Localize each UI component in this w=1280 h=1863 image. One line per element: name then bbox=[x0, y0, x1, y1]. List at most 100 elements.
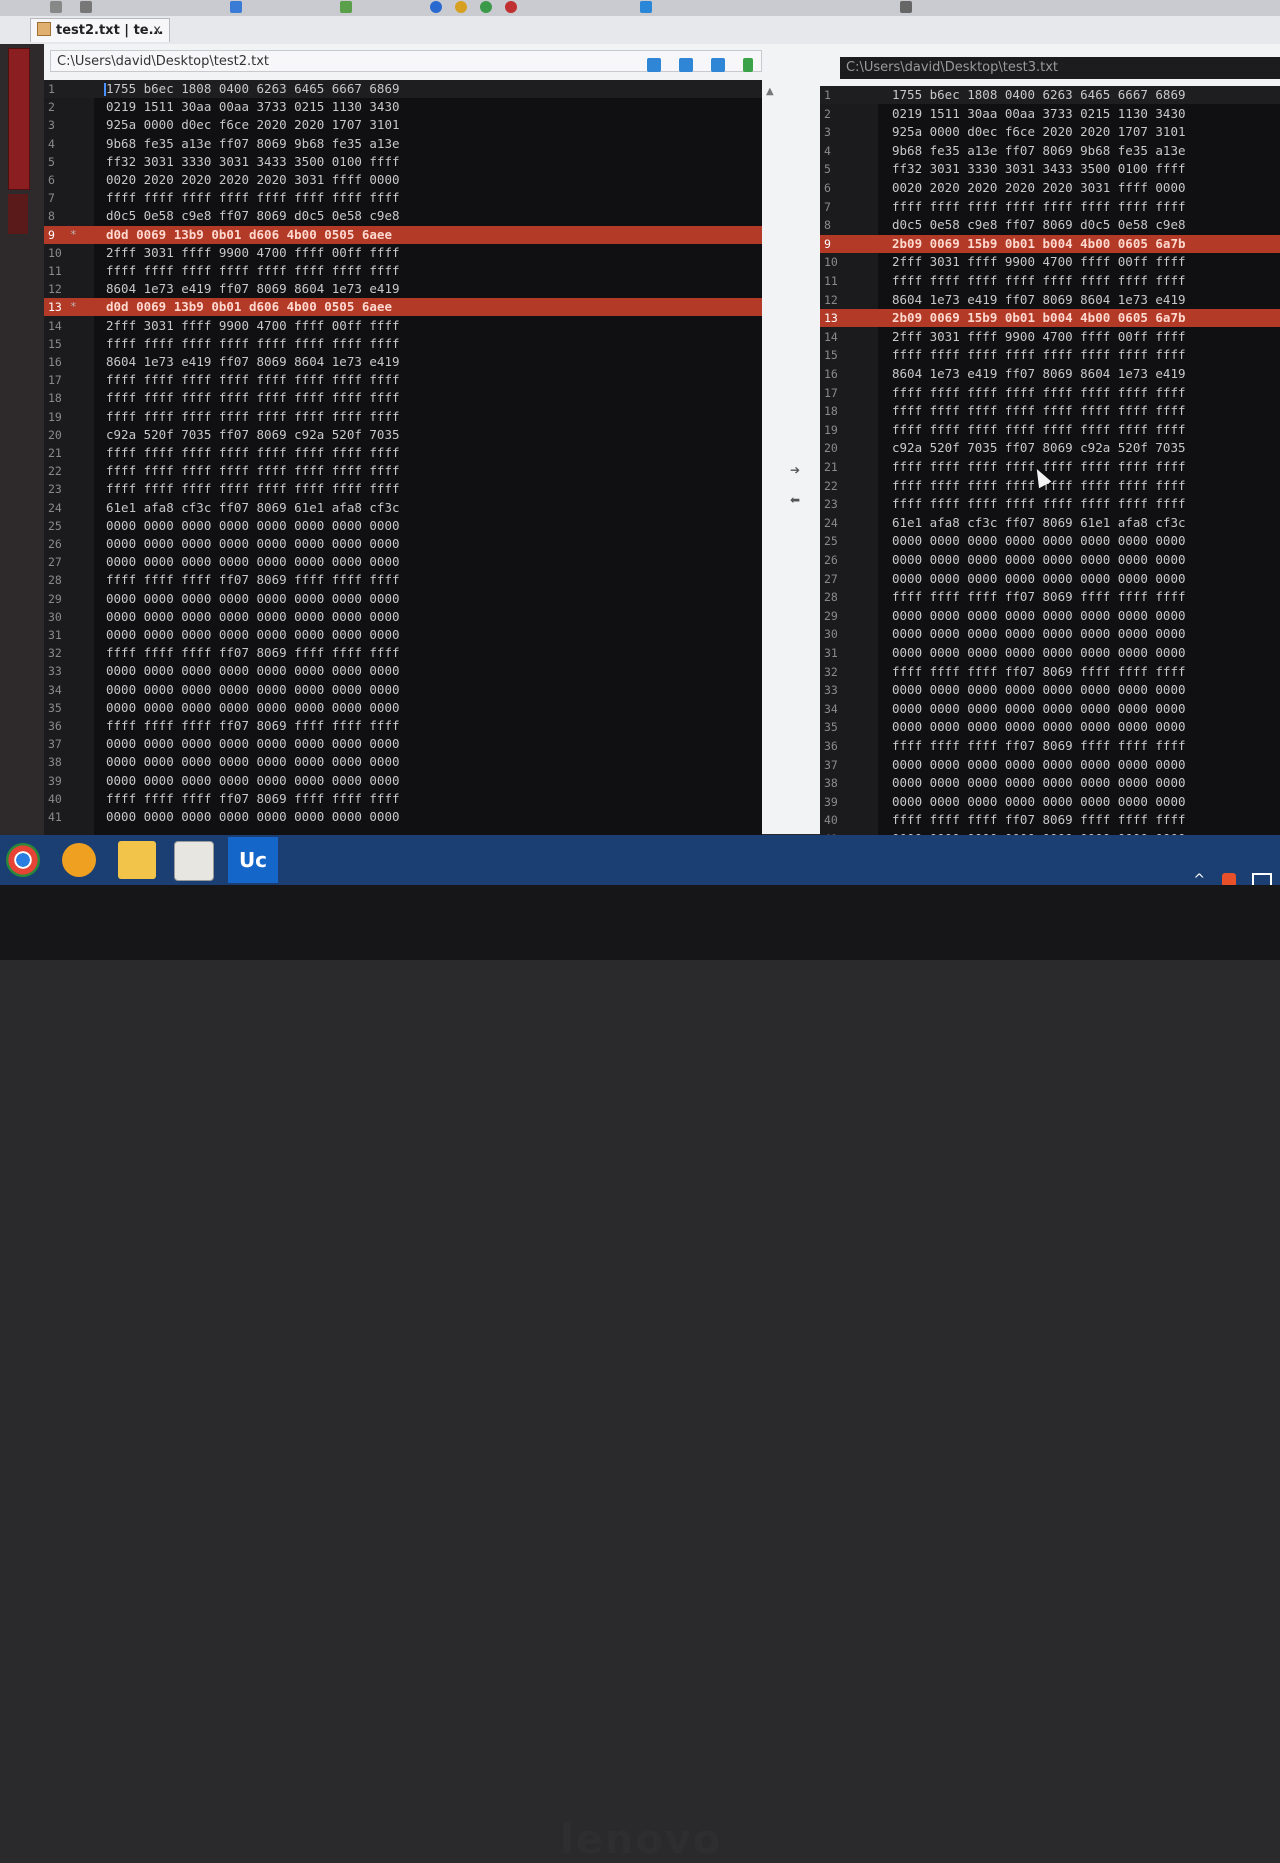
hex-row[interactable]: 23 ffff ffff ffff ffff ffff ffff ffff fff… bbox=[44, 480, 762, 498]
right-compare-pane[interactable]: 1 1755 b6ec 1808 0400 6263 6465 6667 6869… bbox=[820, 86, 1280, 861]
hex-row[interactable]: 8 d0c5 0e58 c9e8 ff07 8069 d0c5 0e58 c9e8 bbox=[44, 207, 762, 225]
hex-row[interactable]: 5 ff32 3031 3330 3031 3433 3500 0100 ffff bbox=[44, 153, 762, 171]
hex-row[interactable]: 11 ffff ffff ffff ffff ffff ffff ffff fff… bbox=[44, 262, 762, 280]
hex-row[interactable]: 21 ffff ffff ffff ffff ffff ffff ffff fff… bbox=[44, 444, 762, 462]
left-path-bar[interactable]: C:\Users\david\Desktop\test2.txt bbox=[50, 50, 762, 72]
hex-row[interactable]: 39 0000 0000 0000 0000 0000 0000 0000 000… bbox=[44, 772, 762, 790]
scroll-up-icon[interactable]: ▲ bbox=[766, 86, 774, 97]
hex-row[interactable]: 27 0000 0000 0000 0000 0000 0000 0000 000… bbox=[820, 570, 1280, 588]
hex-row[interactable]: 30 0000 0000 0000 0000 0000 0000 0000 000… bbox=[44, 608, 762, 626]
diff-row[interactable]: 9 2b09 0069 15b9 0b01 b004 4b00 0605 6a7b bbox=[820, 234, 1280, 253]
diff-row[interactable]: 9 * d0d 0069 13b9 0b01 d606 4b00 0505 6aee bbox=[44, 225, 762, 244]
hex-row[interactable]: 11 ffff ffff ffff ffff ffff ffff ffff fff… bbox=[820, 272, 1280, 290]
left-compare-pane[interactable]: 1 1755 b6ec 1808 0400 6263 6465 6667 6869… bbox=[44, 80, 762, 845]
toolbar-icon-3[interactable] bbox=[230, 1, 242, 13]
hex-row[interactable]: 20 c92a 520f 7035 ff07 8069 c92a 520f 703… bbox=[820, 439, 1280, 457]
toolbar-icon-2[interactable] bbox=[80, 1, 92, 13]
hex-row[interactable]: 3 925a 0000 d0ec f6ce 2020 2020 1707 3101 bbox=[44, 116, 762, 134]
hex-row[interactable]: 37 0000 0000 0000 0000 0000 0000 0000 000… bbox=[820, 756, 1280, 774]
hex-row[interactable]: 38 0000 0000 0000 0000 0000 0000 0000 000… bbox=[44, 753, 762, 771]
save-icon[interactable] bbox=[678, 57, 693, 72]
hex-row[interactable]: 39 0000 0000 0000 0000 0000 0000 0000 000… bbox=[820, 793, 1280, 811]
hex-row[interactable]: 4 9b68 fe35 a13e ff07 8069 9b68 fe35 a13e bbox=[820, 142, 1280, 160]
red-app-icon[interactable] bbox=[174, 841, 214, 881]
toolbar-icon-1[interactable] bbox=[50, 1, 62, 13]
hex-row[interactable]: 16 8604 1e73 e419 ff07 8069 8604 1e73 e41… bbox=[44, 353, 762, 371]
hex-row[interactable]: 15 ffff ffff ffff ffff ffff ffff ffff fff… bbox=[820, 346, 1280, 364]
hex-row[interactable]: 12 8604 1e73 e419 ff07 8069 8604 1e73 e41… bbox=[44, 280, 762, 298]
file-explorer-icon[interactable] bbox=[118, 841, 156, 879]
hex-row[interactable]: 29 0000 0000 0000 0000 0000 0000 0000 000… bbox=[44, 590, 762, 608]
hex-row[interactable]: 32 ffff ffff ffff ff07 8069 ffff ffff fff… bbox=[820, 663, 1280, 681]
hex-row[interactable]: 17 ffff ffff ffff ffff ffff ffff ffff fff… bbox=[44, 371, 762, 389]
hex-row[interactable]: 41 0000 0000 0000 0000 0000 0000 0000 000… bbox=[44, 808, 762, 826]
hex-row[interactable]: 31 0000 0000 0000 0000 0000 0000 0000 000… bbox=[820, 644, 1280, 662]
hex-row[interactable]: 28 ffff ffff ffff ff07 8069 ffff ffff fff… bbox=[820, 588, 1280, 606]
hex-row[interactable]: 12 8604 1e73 e419 ff07 8069 8604 1e73 e41… bbox=[820, 291, 1280, 309]
hex-row[interactable]: 35 0000 0000 0000 0000 0000 0000 0000 000… bbox=[44, 699, 762, 717]
hex-row[interactable]: 1 1755 b6ec 1808 0400 6263 6465 6667 6869 bbox=[820, 86, 1280, 104]
hex-row[interactable]: 40 ffff ffff ffff ff07 8069 ffff ffff fff… bbox=[44, 790, 762, 808]
chrome-icon[interactable] bbox=[6, 843, 40, 877]
hex-row[interactable]: 34 0000 0000 0000 0000 0000 0000 0000 000… bbox=[44, 681, 762, 699]
hex-row[interactable]: 21 ffff ffff ffff ffff ffff ffff ffff fff… bbox=[820, 458, 1280, 476]
toolbar-icon-7[interactable] bbox=[480, 1, 492, 13]
media-player-icon[interactable] bbox=[62, 843, 96, 877]
hex-row[interactable]: 23 ffff ffff ffff ffff ffff ffff ffff fff… bbox=[820, 495, 1280, 513]
hex-row[interactable]: 8 d0c5 0e58 c9e8 ff07 8069 d0c5 0e58 c9e8 bbox=[820, 216, 1280, 234]
hex-row[interactable]: 27 0000 0000 0000 0000 0000 0000 0000 000… bbox=[44, 553, 762, 571]
hex-row[interactable]: 36 ffff ffff ffff ff07 8069 ffff ffff fff… bbox=[820, 737, 1280, 755]
hex-row[interactable]: 3 925a 0000 d0ec f6ce 2020 2020 1707 3101 bbox=[820, 123, 1280, 141]
hex-row[interactable]: 6 0020 2020 2020 2020 2020 3031 ffff 0000 bbox=[44, 171, 762, 189]
hex-row[interactable]: 1 1755 b6ec 1808 0400 6263 6465 6667 6869 bbox=[44, 80, 762, 98]
hex-row[interactable]: 35 0000 0000 0000 0000 0000 0000 0000 000… bbox=[820, 718, 1280, 736]
hex-row[interactable]: 29 0000 0000 0000 0000 0000 0000 0000 000… bbox=[820, 607, 1280, 625]
hex-row[interactable]: 7 ffff ffff ffff ffff ffff ffff ffff ffff bbox=[820, 198, 1280, 216]
hex-row[interactable]: 40 ffff ffff ffff ff07 8069 ffff ffff fff… bbox=[820, 811, 1280, 829]
hex-row[interactable]: 10 2fff 3031 ffff 9900 4700 ffff 00ff fff… bbox=[820, 253, 1280, 271]
hex-row[interactable]: 25 0000 0000 0000 0000 0000 0000 0000 000… bbox=[820, 532, 1280, 550]
hex-row[interactable]: 4 9b68 fe35 a13e ff07 8069 9b68 fe35 a13e bbox=[44, 135, 762, 153]
hex-row[interactable]: 19 ffff ffff ffff ffff ffff ffff ffff fff… bbox=[820, 421, 1280, 439]
hex-row[interactable]: 19 ffff ffff ffff ffff ffff ffff ffff fff… bbox=[44, 408, 762, 426]
hex-row[interactable]: 30 0000 0000 0000 0000 0000 0000 0000 000… bbox=[820, 625, 1280, 643]
copy-left-icon[interactable]: ⬅ bbox=[790, 485, 800, 515]
toolbar-icon-8[interactable] bbox=[505, 1, 517, 13]
toolbar-icon-4[interactable] bbox=[340, 1, 352, 13]
toolbar-icon-9[interactable] bbox=[640, 1, 652, 13]
toolbar-icon-10[interactable] bbox=[900, 1, 912, 13]
uc-browser-icon[interactable]: Uc bbox=[228, 837, 278, 883]
hex-row[interactable]: 24 61e1 afa8 cf3c ff07 8069 61e1 afa8 cf3… bbox=[44, 499, 762, 517]
hex-row[interactable]: 24 61e1 afa8 cf3c ff07 8069 61e1 afa8 cf3… bbox=[820, 514, 1280, 532]
tab-test2[interactable]: test2.txt | te... x bbox=[30, 18, 170, 42]
hex-row[interactable]: 34 0000 0000 0000 0000 0000 0000 0000 000… bbox=[820, 700, 1280, 718]
diff-row[interactable]: 13 2b09 0069 15b9 0b01 b004 4b00 0605 6a7… bbox=[820, 309, 1280, 328]
hex-row[interactable]: 25 0000 0000 0000 0000 0000 0000 0000 000… bbox=[44, 517, 762, 535]
hex-row[interactable]: 16 8604 1e73 e419 ff07 8069 8604 1e73 e41… bbox=[820, 365, 1280, 383]
hex-row[interactable]: 10 2fff 3031 ffff 9900 4700 ffff 00ff fff… bbox=[44, 244, 762, 262]
hex-row[interactable]: 38 0000 0000 0000 0000 0000 0000 0000 000… bbox=[820, 774, 1280, 792]
hex-row[interactable]: 14 2fff 3031 ffff 9900 4700 ffff 00ff fff… bbox=[44, 317, 762, 335]
hex-row[interactable]: 20 c92a 520f 7035 ff07 8069 c92a 520f 703… bbox=[44, 426, 762, 444]
open-folder-icon[interactable] bbox=[646, 57, 661, 72]
hex-row[interactable]: 32 ffff ffff ffff ff07 8069 ffff ffff fff… bbox=[44, 644, 762, 662]
hex-row[interactable]: 26 0000 0000 0000 0000 0000 0000 0000 000… bbox=[44, 535, 762, 553]
hex-row[interactable]: 18 ffff ffff ffff ffff ffff ffff ffff fff… bbox=[44, 389, 762, 407]
hex-row[interactable]: 2 0219 1511 30aa 00aa 3733 0215 1130 3430 bbox=[820, 105, 1280, 123]
swap-icon[interactable] bbox=[710, 57, 725, 72]
hex-row[interactable]: 31 0000 0000 0000 0000 0000 0000 0000 000… bbox=[44, 626, 762, 644]
copy-right-icon[interactable]: ➔ bbox=[790, 455, 800, 485]
hex-row[interactable]: 6 0020 2020 2020 2020 2020 3031 ffff 0000 bbox=[820, 179, 1280, 197]
hex-row[interactable]: 2 0219 1511 30aa 00aa 3733 0215 1130 3430 bbox=[44, 98, 762, 116]
hex-row[interactable]: 37 0000 0000 0000 0000 0000 0000 0000 000… bbox=[44, 735, 762, 753]
toolbar-icon-6[interactable] bbox=[455, 1, 467, 13]
diff-row[interactable]: 13 * d0d 0069 13b9 0b01 d606 4b00 0505 6ae… bbox=[44, 298, 762, 317]
hex-row[interactable]: 7 ffff ffff ffff ffff ffff ffff ffff ffff bbox=[44, 189, 762, 207]
overview-bar[interactable] bbox=[8, 48, 30, 190]
hex-row[interactable]: 33 0000 0000 0000 0000 0000 0000 0000 000… bbox=[44, 662, 762, 680]
toolbar-icon-5[interactable] bbox=[430, 1, 442, 13]
hex-row[interactable]: 17 ffff ffff ffff ffff ffff ffff ffff fff… bbox=[820, 384, 1280, 402]
close-icon[interactable]: x bbox=[153, 19, 161, 43]
hex-row[interactable]: 28 ffff ffff ffff ff07 8069 ffff ffff fff… bbox=[44, 571, 762, 589]
hex-row[interactable]: 26 0000 0000 0000 0000 0000 0000 0000 000… bbox=[820, 551, 1280, 569]
